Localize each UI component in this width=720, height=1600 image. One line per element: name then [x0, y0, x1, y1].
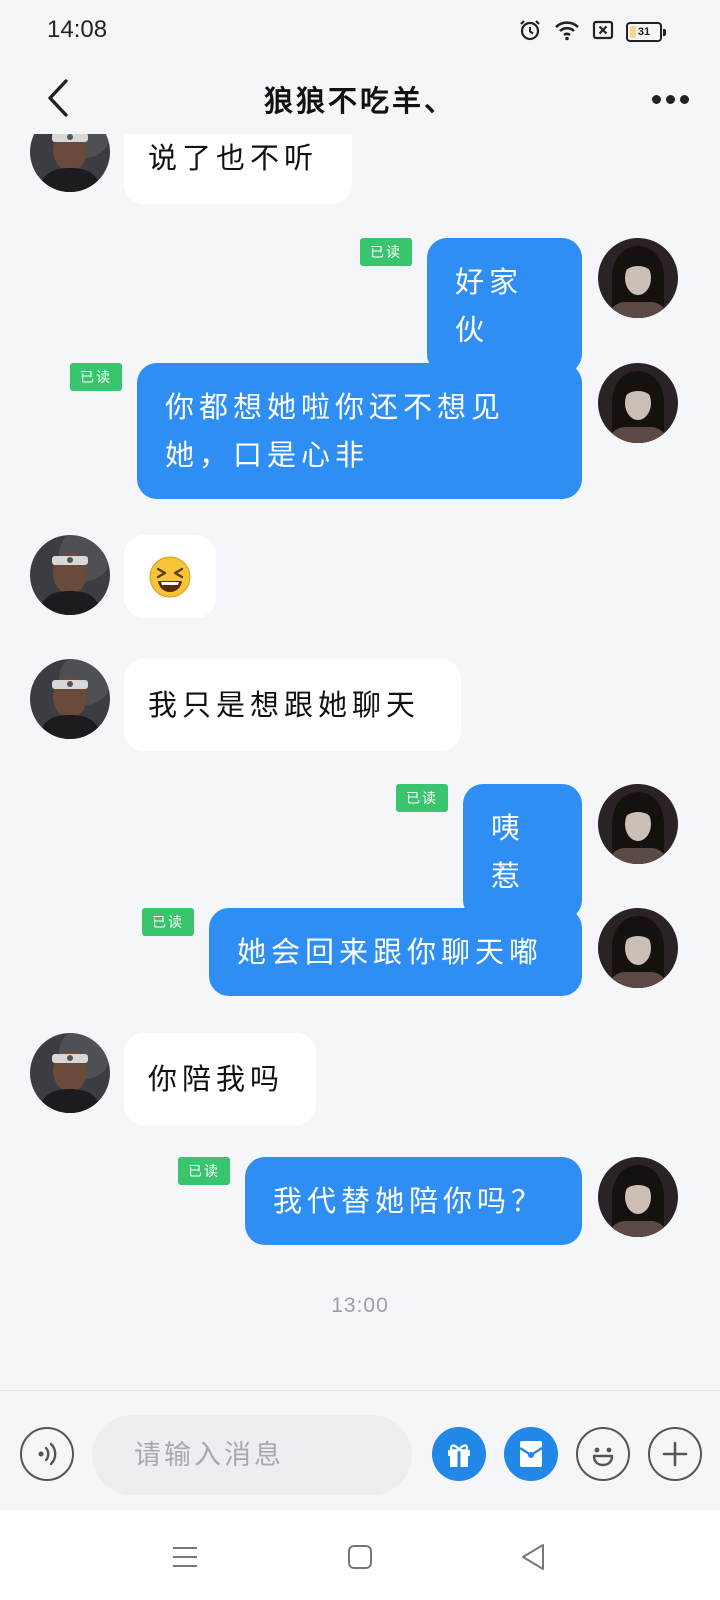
message-bubble[interactable]: 咦惹: [463, 784, 582, 920]
contact-avatar[interactable]: [30, 535, 110, 615]
read-badge: 已读: [396, 784, 448, 812]
plus-icon: [662, 1441, 688, 1467]
status-bar: 14:08 31: [0, 0, 720, 62]
status-icons: 31: [518, 18, 666, 46]
my-avatar[interactable]: [598, 363, 678, 443]
red-packet-button[interactable]: [504, 1427, 558, 1481]
system-nav-bar: [0, 1510, 720, 1600]
menu-icon: [173, 1547, 197, 1567]
chat-header: 狼狼不吃羊、: [0, 62, 720, 134]
plus-button[interactable]: [648, 1427, 702, 1481]
message-bubble[interactable]: [124, 535, 216, 618]
gift-button[interactable]: [432, 1427, 486, 1481]
my-avatar[interactable]: [598, 784, 678, 864]
message-bubble[interactable]: 说了也不听: [124, 134, 352, 204]
contact-avatar[interactable]: [30, 659, 110, 739]
sim-x-icon: [592, 19, 614, 45]
message-list[interactable]: 说了也不听 已读 好家伙 已读 你都想她啦你还不想见她，口是心非 我只是想跟她聊…: [0, 134, 720, 1390]
message-bubble[interactable]: 我只是想跟她聊天: [124, 659, 461, 751]
read-badge: 已读: [360, 238, 412, 266]
message-bubble[interactable]: 她会回来跟你聊天嘟: [209, 908, 582, 996]
red-packet-icon: [519, 1441, 543, 1467]
home-button[interactable]: [335, 1532, 385, 1582]
input-bar: [0, 1390, 720, 1510]
battery-icon: 31: [626, 22, 666, 42]
message-bubble[interactable]: 你陪我吗: [124, 1033, 316, 1125]
read-badge: 已读: [70, 363, 122, 391]
voice-button[interactable]: [20, 1427, 74, 1481]
read-badge: 已读: [178, 1157, 230, 1185]
message-bubble[interactable]: 我代替她陪你吗？: [245, 1157, 582, 1245]
contact-avatar[interactable]: [30, 134, 110, 192]
home-icon: [348, 1545, 372, 1569]
grinning-squinting-emoji-icon: [149, 556, 191, 597]
chat-title: 狼狼不吃羊、: [263, 84, 456, 118]
emoji-icon: [592, 1447, 614, 1467]
my-avatar[interactable]: [598, 238, 678, 318]
back-triangle-icon: [522, 1544, 544, 1570]
voice-icon: [38, 1442, 57, 1466]
more-button[interactable]: [646, 82, 694, 116]
wifi-icon: [554, 19, 580, 45]
menu-button[interactable]: [160, 1532, 210, 1582]
my-avatar[interactable]: [598, 908, 678, 988]
alarm-icon: [518, 18, 542, 46]
gift-icon: [448, 1444, 470, 1467]
read-badge: 已读: [142, 908, 194, 936]
message-bubble[interactable]: 好家伙: [427, 238, 582, 374]
timestamp: 13:00: [331, 1294, 389, 1317]
contact-avatar[interactable]: [30, 1033, 110, 1113]
status-time: 14:08: [47, 16, 108, 43]
message-bubble[interactable]: 你都想她啦你还不想见她，口是心非: [137, 363, 582, 499]
message-input[interactable]: [92, 1415, 412, 1495]
battery-level: 31: [637, 26, 651, 38]
back-nav-button[interactable]: [508, 1532, 558, 1582]
emoji-button[interactable]: [576, 1427, 630, 1481]
my-avatar[interactable]: [598, 1157, 678, 1237]
more-dots-icon: [651, 94, 661, 104]
